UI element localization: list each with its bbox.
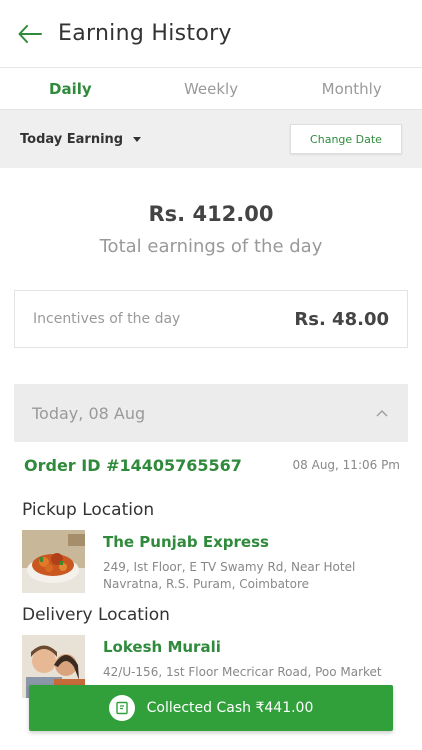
- order-id[interactable]: Order ID #14405765567: [24, 456, 242, 475]
- tab-daily[interactable]: Daily: [0, 68, 141, 109]
- caret-down-icon: [133, 136, 142, 142]
- earning-summary: Rs. 412.00 Total earnings of the day: [0, 168, 422, 290]
- day-group-label: Today, 08 Aug: [32, 403, 146, 423]
- total-amount: Rs. 412.00: [148, 202, 274, 226]
- cash-note-icon: [108, 695, 135, 721]
- earning-filter-dropdown[interactable]: Today Earning: [20, 131, 142, 147]
- order-card: Order ID #14405765567 08 Aug, 11:06 Pm P…: [0, 442, 422, 698]
- delivery-address-line1: 42/U-156, 1st Floor Mecricar Road, Poo M…: [103, 665, 382, 679]
- tab-monthly[interactable]: Monthly: [281, 68, 422, 109]
- incentive-card: Incentives of the day Rs. 48.00: [14, 290, 408, 348]
- collected-cash-label: Collected Cash ₹441.00: [146, 700, 314, 716]
- pickup-address-line1: 249, Ist Floor, E TV Swamy Rd, Near Hote…: [103, 560, 356, 574]
- day-group-header[interactable]: Today, 08 Aug: [14, 384, 408, 442]
- restaurant-image: [22, 530, 85, 593]
- tab-weekly[interactable]: Weekly: [141, 68, 282, 109]
- earning-filter-label: Today Earning: [20, 131, 124, 147]
- total-caption: Total earnings of the day: [99, 236, 323, 257]
- page-title: Earning History: [58, 21, 232, 46]
- chevron-up-icon[interactable]: [376, 406, 390, 420]
- filter-bar: Today Earning Change Date: [0, 110, 422, 168]
- change-date-button[interactable]: Change Date: [290, 124, 402, 154]
- customer-name: Lokesh Murali: [103, 638, 221, 656]
- arrow-left-icon[interactable]: [18, 21, 44, 47]
- pickup-address-line2: Navratna, R.S. Puram, Coimbatore: [103, 577, 310, 591]
- period-tabs: Daily Weekly Monthly: [0, 68, 422, 110]
- restaurant-name: The Punjab Express: [103, 533, 269, 551]
- incentive-label: Incentives of the day: [33, 311, 181, 327]
- incentive-value: Rs. 48.00: [294, 308, 389, 330]
- pickup-title: Pickup Location: [22, 500, 155, 520]
- delivery-title: Delivery Location: [22, 605, 170, 625]
- order-time: 08 Aug, 11:06 Pm: [292, 458, 400, 472]
- collected-cash-button[interactable]: Collected Cash ₹441.00: [29, 685, 393, 731]
- app-header: Earning History: [0, 0, 422, 68]
- pickup-location[interactable]: The Punjab Express 249, Ist Floor, E TV …: [22, 530, 400, 593]
